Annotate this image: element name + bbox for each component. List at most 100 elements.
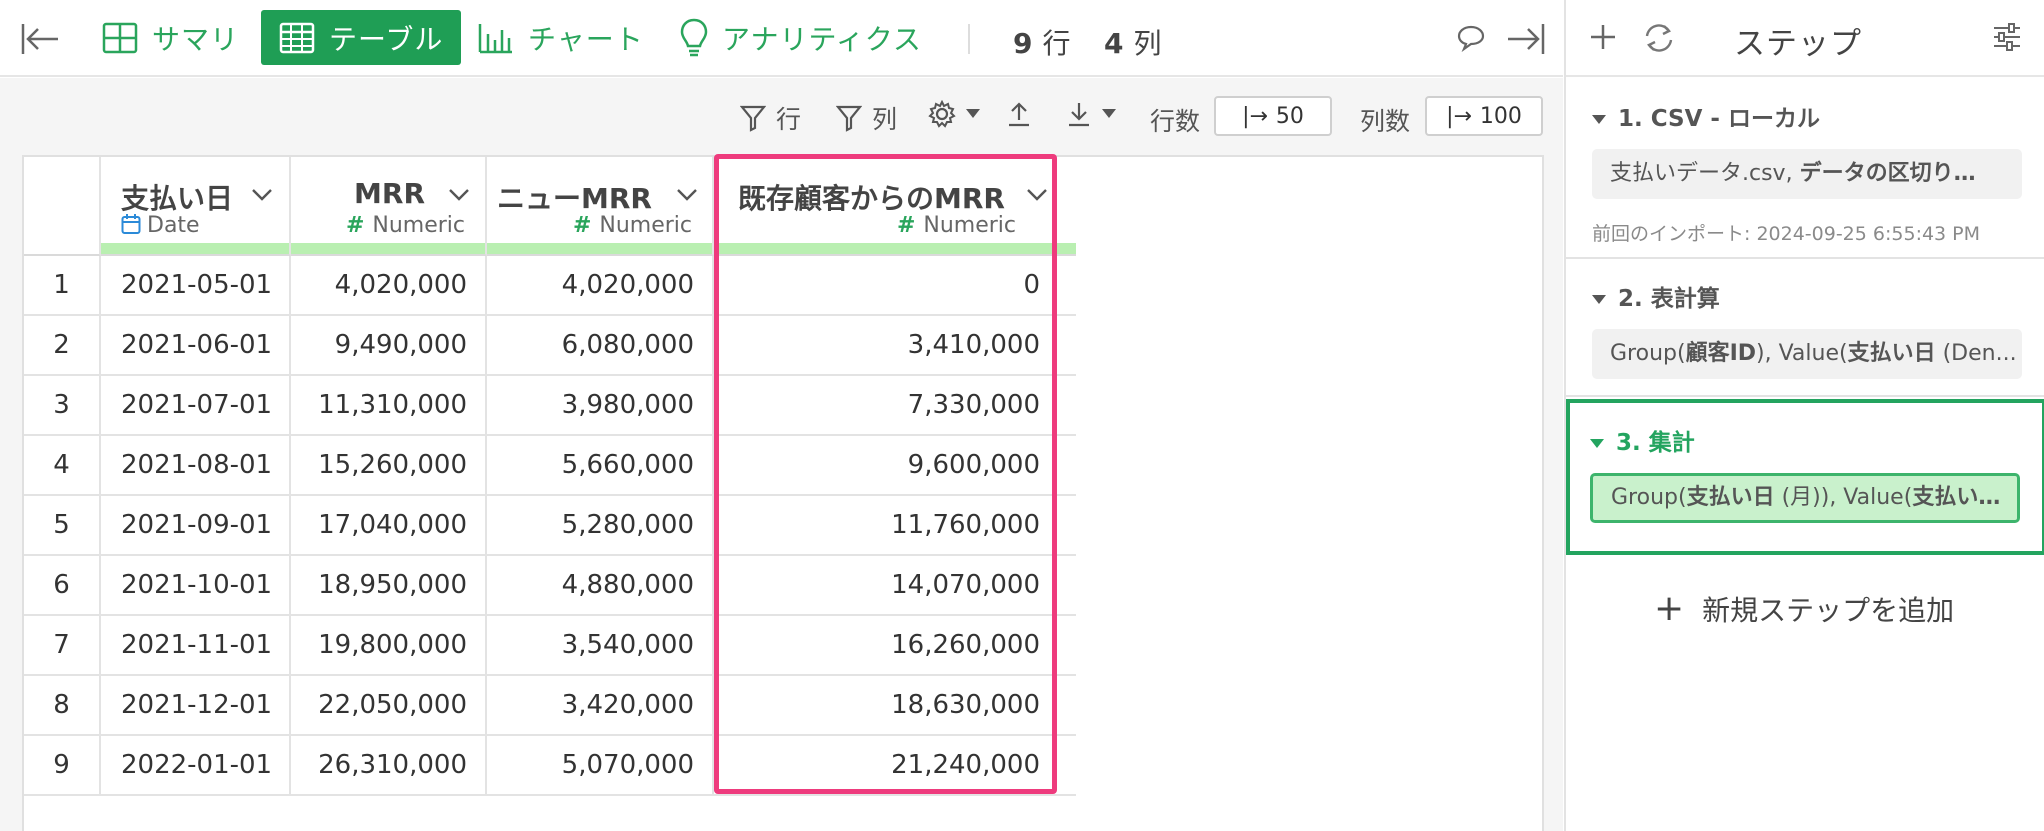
step-table-calc[interactable]: 2. 表計算 Group(顧客ID), Value(支払い日 (Den... [1566,261,2044,397]
settings-dropdown[interactable] [928,100,990,128]
table-subtoolbar: 行 列 行数 |→ 50 列数 |→ 100 [0,78,1563,153]
table-cell[interactable]: 2021-08-01 [101,436,291,496]
add-step-button[interactable]: + 新規ステップを追加 [1654,588,1954,629]
upload-button[interactable] [1006,100,1042,128]
column-type-bar [291,243,485,254]
column-header-payment-date[interactable]: 支払い日 Date [101,157,291,256]
row-limit-input[interactable]: |→ 50 [1214,96,1332,136]
panel-title: ステップ [1734,26,1862,62]
caret-down-icon [966,109,980,118]
numeric-hash-icon: # [345,213,365,238]
step-summary[interactable]: Group(顧客ID), Value(支払い日 (Den... [1592,329,2022,379]
table-cell[interactable]: 0 [714,256,1058,316]
sliders-icon[interactable] [1992,22,2022,56]
column-header-existing-mrr[interactable]: 既存顧客からのMRR # Numeric [714,157,1076,256]
row-number: 6 [24,556,101,616]
table-cell[interactable]: 7,330,000 [714,376,1058,436]
caret-down-icon [1590,439,1604,448]
step-title[interactable]: 3. 集計 [1590,423,1695,457]
table-row: 4 2021-08-01 15,260,000 5,660,000 9,600,… [24,436,1076,496]
step-summary-text: ), Value( [1756,341,1848,366]
tab-table-label: テーブル [329,22,444,56]
table-cell[interactable]: 2021-07-01 [101,376,291,436]
chevron-down-icon[interactable] [676,187,698,206]
row-filter-button[interactable]: 行 [740,100,801,136]
column-type: Numeric [372,213,465,238]
table-cell[interactable]: 5,660,000 [487,436,714,496]
table-cell[interactable]: 2021-06-01 [101,316,291,376]
table-cell[interactable]: 11,310,000 [291,376,487,436]
step-title[interactable]: 1. CSV - ローカル [1592,99,1820,133]
table-cell[interactable]: 2021-10-01 [101,556,291,616]
table-cell[interactable]: 19,800,000 [291,616,487,676]
table-cell[interactable]: 4,020,000 [487,256,714,316]
expand-right-icon[interactable] [1506,22,1546,60]
chevron-down-icon[interactable] [448,187,470,206]
table-cell[interactable]: 2021-11-01 [101,616,291,676]
step-csv-local[interactable]: 1. CSV - ローカル 支払いデータ.csv, データの区切り… 前回のイン… [1566,79,2044,259]
comment-icon[interactable] [1456,24,1486,56]
column-count-value: 4 [1104,27,1124,60]
add-icon[interactable] [1588,22,1618,56]
table-cell[interactable]: 26,310,000 [291,736,487,796]
table-cell[interactable]: 6,080,000 [487,316,714,376]
table-cell[interactable]: 16,260,000 [714,616,1058,676]
column-limit-value: 100 [1479,103,1522,129]
table-cell[interactable]: 3,540,000 [487,616,714,676]
row-limit-value: 50 [1275,103,1304,129]
download-dropdown[interactable] [1066,100,1126,128]
step-summary[interactable]: 支払いデータ.csv, データの区切り… [1592,149,2022,199]
table-cell[interactable]: 18,630,000 [714,676,1058,736]
column-header-new-mrr[interactable]: ニューMRR # Numeric [487,157,714,256]
table-cell[interactable]: 2022-01-01 [101,736,291,796]
table-cell[interactable]: 11,760,000 [714,496,1058,556]
row-number: 1 [24,256,101,316]
table-cell[interactable]: 22,050,000 [291,676,487,736]
table-cell[interactable]: 2021-05-01 [101,256,291,316]
tab-table[interactable]: テーブル [261,10,462,65]
tab-summary[interactable]: サマリ [102,10,239,65]
table-cell[interactable]: 21,240,000 [714,736,1058,796]
upload-icon [1009,102,1029,127]
column-count-label: 列数 [1360,107,1411,136]
step-title[interactable]: 2. 表計算 [1592,279,1720,313]
step-aggregate[interactable]: 3. 集計 Group(支払い日 (月)), Value(支払い… [1566,399,2044,555]
refresh-icon[interactable] [1642,22,1676,58]
table-cell[interactable]: 17,040,000 [291,496,487,556]
table-row: 5 2021-09-01 17,040,000 5,280,000 11,760… [24,496,1076,556]
table-cell[interactable]: 5,070,000 [487,736,714,796]
table-cell[interactable]: 18,950,000 [291,556,487,616]
step-summary-text: Group( [1611,485,1687,510]
row-number: 8 [24,676,101,736]
table-cell[interactable]: 9,490,000 [291,316,487,376]
table-cell[interactable]: 3,420,000 [487,676,714,736]
table-cell[interactable]: 2021-12-01 [101,676,291,736]
collapse-left-icon[interactable] [20,22,60,56]
table-cell[interactable]: 5,280,000 [487,496,714,556]
step-summary-text: (月)), Value( [1774,485,1913,510]
table-cell[interactable]: 2021-09-01 [101,496,291,556]
table-cell[interactable]: 4,880,000 [487,556,714,616]
table-cell[interactable]: 15,260,000 [291,436,487,496]
row-number: 5 [24,496,101,556]
table-row: 6 2021-10-01 18,950,000 4,880,000 14,070… [24,556,1076,616]
column-count-unit: 列 [1133,27,1162,60]
chevron-down-icon[interactable] [251,187,273,206]
step-title-text: 2. 表計算 [1618,286,1720,312]
caret-down-icon [1102,109,1116,118]
chevron-down-icon[interactable] [1026,187,1048,206]
step-summary[interactable]: Group(支払い日 (月)), Value(支払い… [1590,473,2020,523]
table-cell[interactable]: 3,980,000 [487,376,714,436]
table-cell[interactable]: 3,410,000 [714,316,1058,376]
tab-analytics[interactable]: アナリティクス [680,10,922,65]
table-row: 7 2021-11-01 19,800,000 3,540,000 16,260… [24,616,1076,676]
caret-down-icon [1592,115,1606,124]
column-filter-button[interactable]: 列 [836,100,897,136]
table-cell[interactable]: 4,020,000 [291,256,487,316]
column-header-mrr[interactable]: MRR # Numeric [291,157,487,256]
limit-arrow-icon: |→ [1242,103,1268,129]
table-cell[interactable]: 9,600,000 [714,436,1058,496]
table-cell[interactable]: 14,070,000 [714,556,1058,616]
column-limit-input[interactable]: |→ 100 [1425,96,1543,136]
tab-chart[interactable]: チャート [478,10,644,65]
